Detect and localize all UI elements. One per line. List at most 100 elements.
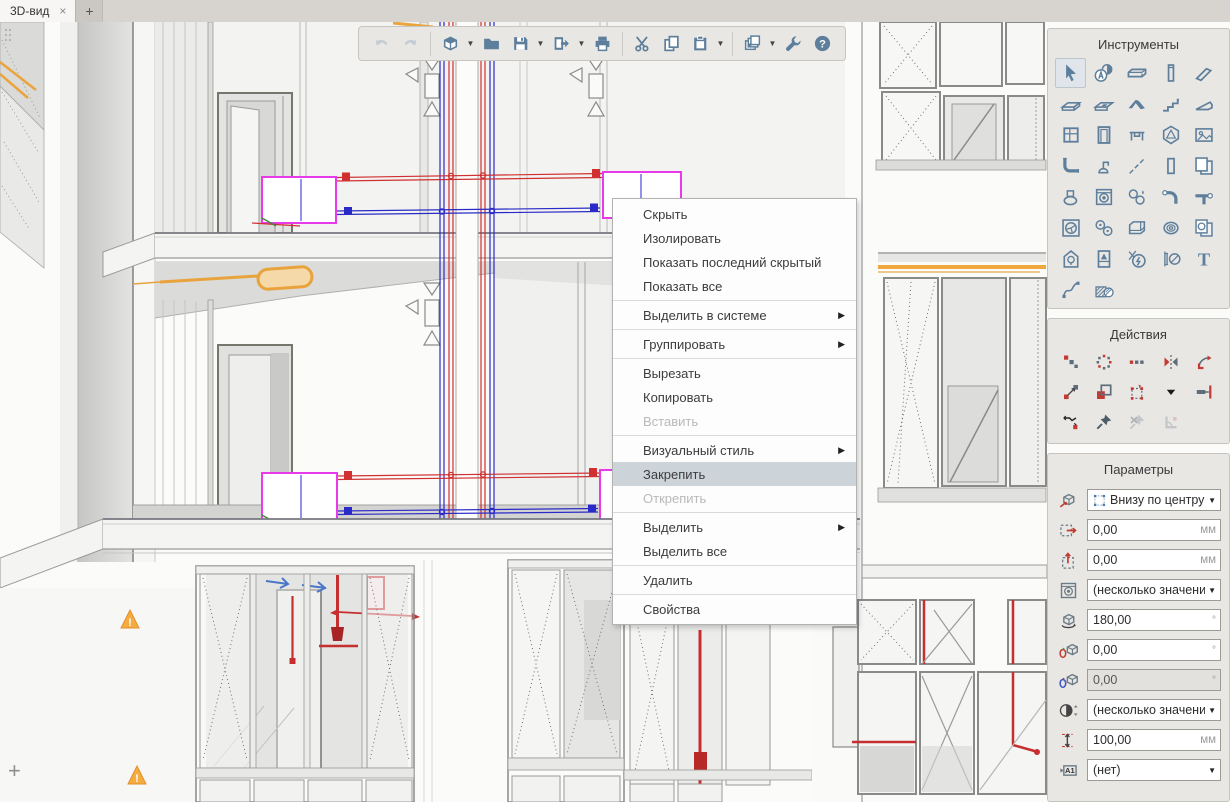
dropdown-caret-icon[interactable]: ▼ (1208, 586, 1216, 595)
action-more-dropdown-icon[interactable] (1155, 380, 1186, 404)
tool-roof-icon[interactable] (1122, 89, 1153, 119)
view-3d-dropdown-caret[interactable]: ▼ (465, 30, 476, 57)
param-offset-x-input[interactable]: 0,00мм (1087, 519, 1221, 541)
tool-furniture-icon[interactable] (1122, 120, 1153, 150)
tool-mechanical-equipment-icon[interactable] (1088, 182, 1119, 212)
action-linear-array-icon[interactable] (1122, 350, 1153, 374)
tool-wall-icon[interactable] (1122, 58, 1153, 88)
tool-shaft-icon[interactable] (1155, 151, 1186, 181)
windows-dropdown-caret[interactable]: ▼ (767, 30, 778, 57)
tool-object-styles-icon[interactable] (1088, 58, 1119, 88)
tool-fan-icon[interactable] (1055, 213, 1086, 243)
menu-item-вырезать[interactable]: Вырезать (613, 361, 856, 385)
open-folder-button[interactable] (478, 30, 505, 57)
tool-water-system-icon[interactable] (1122, 182, 1153, 212)
tool-beam-icon[interactable] (1189, 58, 1220, 88)
tab-3d-view[interactable]: 3D-вид × (0, 0, 76, 22)
menu-item-выделить-в-системе[interactable]: Выделить в системе▶ (613, 303, 856, 327)
menu-item-свойства[interactable]: Свойства (613, 597, 856, 621)
menu-item-копировать[interactable]: Копировать (613, 385, 856, 409)
tool-dimension-icon[interactable] (1155, 244, 1186, 274)
save-button[interactable] (507, 30, 534, 57)
menu-item-выделить[interactable]: Выделить▶ (613, 515, 856, 539)
dropdown-caret-icon[interactable]: ▼ (1208, 496, 1216, 505)
tool-pipe-route-icon[interactable] (1055, 151, 1086, 181)
undo-button[interactable] (368, 30, 395, 57)
export-button[interactable] (548, 30, 575, 57)
save-dropdown-caret[interactable]: ▼ (535, 30, 546, 57)
tool-pump-icon[interactable] (1088, 213, 1119, 243)
param-level-select[interactable]: (несколько значени▼ (1087, 699, 1221, 721)
param-rotation-x-input[interactable]: 0,00° (1087, 639, 1221, 661)
selected-radiator-1[interactable] (252, 177, 336, 226)
action-move-copy-icon[interactable] (1055, 350, 1086, 374)
paste-dropdown-caret[interactable]: ▼ (715, 30, 726, 57)
menu-item-показать-все[interactable]: Показать все (613, 274, 856, 298)
tool-room-icon[interactable] (1155, 120, 1186, 150)
menu-item-группировать[interactable]: Группировать▶ (613, 332, 856, 356)
tool-column-icon[interactable] (1155, 58, 1186, 88)
menu-item-изолировать[interactable]: Изолировать (613, 226, 856, 250)
action-scale-icon[interactable] (1088, 380, 1119, 404)
view-3d-button[interactable] (437, 30, 464, 57)
help-button[interactable]: ? (809, 30, 836, 57)
param-rotation-z-input[interactable]: 180,00° (1087, 609, 1221, 631)
menu-item-закрепить[interactable]: Закрепить (613, 462, 856, 486)
tool-electric-panel-icon[interactable] (1088, 244, 1119, 274)
dropdown-caret-icon[interactable]: ▼ (1208, 766, 1216, 775)
menu-item-скрыть[interactable]: Скрыть (613, 202, 856, 226)
tool-plumbing-fixture-icon[interactable] (1088, 151, 1119, 181)
tool-duct-icon[interactable] (1122, 213, 1153, 243)
param-rotation-y-icon (1056, 669, 1080, 691)
action-mirror-icon[interactable] (1155, 350, 1186, 374)
param-style-select[interactable]: (несколько значени▼ (1087, 579, 1221, 601)
param-mark-select[interactable]: (нет)▼ (1087, 759, 1221, 781)
tool-pipe-tee-icon[interactable] (1189, 182, 1220, 212)
tool-ramp-icon[interactable] (1189, 89, 1220, 119)
tool-image-icon[interactable] (1189, 120, 1220, 150)
tool-round-duct-icon[interactable] (1155, 213, 1186, 243)
copy-button[interactable] (658, 30, 685, 57)
menu-item-удалить[interactable]: Удалить (613, 568, 856, 592)
selected-radiator-3[interactable] (252, 473, 337, 523)
tool-opening-icon[interactable] (1088, 89, 1119, 119)
print-button[interactable] (589, 30, 616, 57)
tool-floor-icon[interactable] (1055, 89, 1086, 119)
tool-luminaire-icon[interactable] (1055, 244, 1086, 274)
menu-item-выделить-все[interactable]: Выделить все (613, 539, 856, 563)
menu-item-визуальный-стиль[interactable]: Визуальный стиль▶ (613, 438, 856, 462)
tool-door-icon[interactable] (1088, 120, 1119, 150)
cut-button[interactable] (629, 30, 656, 57)
tool-sanitary-equipment-icon[interactable] (1055, 182, 1086, 212)
tool-electric-socket-icon[interactable] (1189, 213, 1220, 243)
settings-wrench-button[interactable] (780, 30, 807, 57)
tool-stairs-icon[interactable] (1155, 89, 1186, 119)
new-tab-button[interactable]: + (76, 0, 103, 22)
tool-axis-line-icon[interactable] (1122, 151, 1153, 181)
tool-select-cursor-icon[interactable] (1055, 58, 1086, 88)
tool-spline-icon[interactable] (1055, 275, 1086, 305)
param-elevation-input[interactable]: 100,00мм (1087, 729, 1221, 751)
paste-button[interactable] (687, 30, 714, 57)
tool-wiring-icon[interactable] (1122, 244, 1153, 274)
tool-hatch-icon[interactable] (1088, 275, 1119, 305)
tool-equipment-icon[interactable] (1189, 151, 1220, 181)
windows-button[interactable] (739, 30, 766, 57)
action-rotate-icon[interactable] (1189, 350, 1220, 374)
tool-pipe-fitting-icon[interactable] (1155, 182, 1186, 212)
menu-item-показать-последний-скрытый[interactable]: Показать последний скрытый (613, 250, 856, 274)
action-offset-icon[interactable] (1189, 380, 1220, 404)
redo-button[interactable] (397, 30, 424, 57)
param-insertion-point-select[interactable]: Внизу по центру▼ (1087, 489, 1221, 511)
action-edit-group-icon[interactable] (1122, 380, 1153, 404)
action-measure-icon[interactable] (1055, 410, 1086, 434)
action-pin-icon[interactable] (1088, 410, 1119, 434)
dropdown-caret-icon[interactable]: ▼ (1208, 706, 1216, 715)
tool-window-icon[interactable] (1055, 120, 1086, 150)
export-dropdown-caret[interactable]: ▼ (576, 30, 587, 57)
action-move-icon[interactable] (1055, 380, 1086, 404)
tab-close-icon[interactable]: × (59, 4, 66, 18)
tool-text-icon[interactable]: T (1189, 244, 1220, 274)
param-offset-y-input[interactable]: 0,00мм (1087, 549, 1221, 571)
action-circular-array-icon[interactable] (1088, 350, 1119, 374)
